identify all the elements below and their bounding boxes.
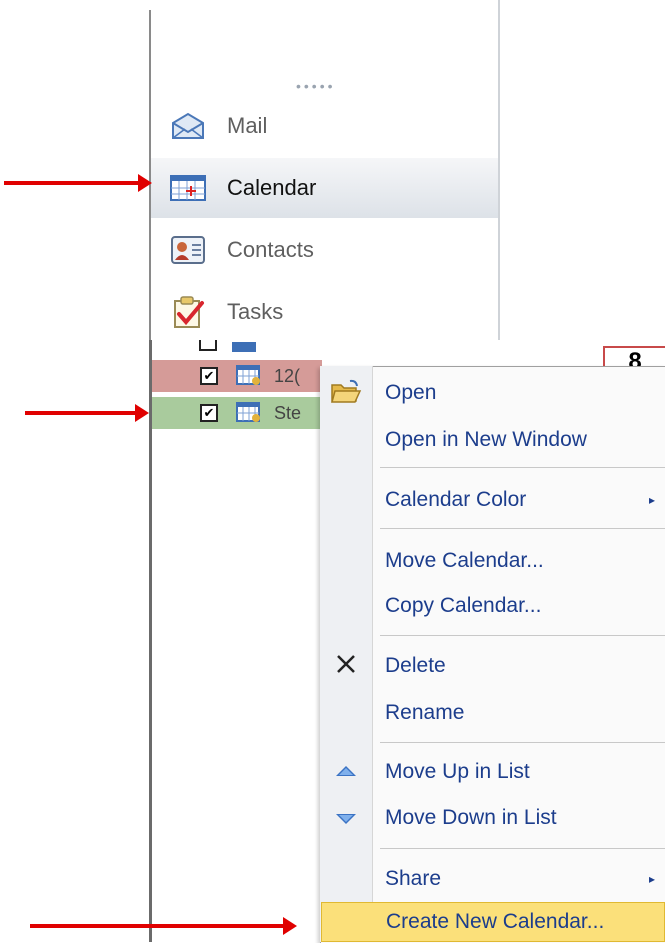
arrow-up-icon <box>328 756 364 788</box>
menu-item-delete[interactable]: Delete <box>373 645 665 687</box>
menu-item-label: Move Up in List <box>385 760 530 783</box>
menu-separator <box>380 528 665 529</box>
calendar-name: 12( <box>274 365 301 386</box>
shared-calendar-icon <box>236 365 262 387</box>
menu-item-create-new-calendar[interactable]: Create New Calendar... <box>321 902 665 942</box>
menu-item-move-up-in-list[interactable]: Move Up in List <box>373 751 665 793</box>
nav-pane-border <box>498 0 500 340</box>
nav-item-calendar[interactable]: Calendar <box>151 158 498 218</box>
menu-item-move-down-in-list[interactable]: Move Down in List <box>373 797 665 839</box>
menu-item-share[interactable]: Share ▸ <box>373 858 665 900</box>
nav-item-tasks[interactable]: Tasks <box>151 282 498 342</box>
annotation-arrow-create-new-calendar <box>30 917 297 935</box>
calendar-name: Ste <box>274 402 302 423</box>
submenu-arrow-icon: ▸ <box>648 493 655 507</box>
delete-x-icon <box>328 648 364 680</box>
menu-separator <box>380 467 665 468</box>
nav-item-tasks-label: Tasks <box>227 299 284 324</box>
contacts-icon <box>169 233 207 267</box>
menu-item-label: Copy Calendar... <box>385 594 542 617</box>
menu-item-label: Open in New Window <box>385 428 587 451</box>
menu-item-open-in-new-window[interactable]: Open in New Window <box>373 419 665 461</box>
menu-separator <box>380 635 665 636</box>
shared-calendar-icon <box>236 402 262 424</box>
nav-item-contacts-label: Contacts <box>227 237 314 262</box>
tasks-icon <box>169 295 207 329</box>
menu-item-label: Calendar Color <box>385 488 527 511</box>
nav-item-mail[interactable]: Mail <box>151 96 498 156</box>
annotation-arrow-calendar <box>4 174 152 192</box>
menu-item-label: Move Down in List <box>385 806 557 829</box>
folder-open-icon <box>328 376 364 408</box>
calendar-icon <box>169 171 207 205</box>
calendar-list-row-partial <box>152 340 332 358</box>
annotation-arrow-calendar-row <box>25 404 149 422</box>
menu-item-calendar-color[interactable]: Calendar Color ▸ <box>373 479 665 521</box>
nav-item-mail-label: Mail <box>227 113 268 138</box>
arrow-down-icon <box>328 802 364 834</box>
menu-item-label: Create New Calendar... <box>386 910 605 933</box>
mail-icon <box>169 109 207 143</box>
submenu-arrow-icon: ▸ <box>648 872 655 886</box>
menu-item-label: Open <box>385 381 437 404</box>
menu-item-label: Move Calendar... <box>385 549 544 572</box>
nav-item-contacts[interactable]: Contacts <box>151 220 498 280</box>
calendar-list-row[interactable]: ✔ Ste <box>152 397 322 429</box>
calendar-checkbox[interactable]: ✔ <box>200 404 218 422</box>
nav-pane-resize-grip[interactable]: ••••• <box>296 78 336 94</box>
menu-item-move-calendar[interactable]: Move Calendar... <box>373 540 665 582</box>
menu-separator <box>380 742 665 743</box>
menu-item-rename[interactable]: Rename <box>373 692 665 734</box>
calendar-list-row[interactable]: ✔ 12( <box>152 360 322 392</box>
calendar-checkbox[interactable]: ✔ <box>200 367 218 385</box>
menu-item-label: Share <box>385 867 442 890</box>
menu-item-label: Rename <box>385 701 465 724</box>
menu-item-copy-calendar[interactable]: Copy Calendar... <box>373 585 665 627</box>
menu-item-label: Delete <box>385 654 446 677</box>
nav-item-calendar-label: Calendar <box>227 175 317 200</box>
menu-item-open[interactable]: Open <box>373 372 665 414</box>
window-border-bottom <box>149 340 152 942</box>
menu-separator <box>380 848 665 849</box>
